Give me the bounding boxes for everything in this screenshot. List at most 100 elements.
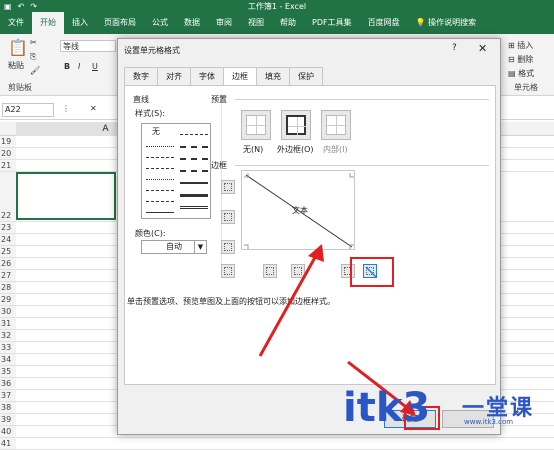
preset-separator — [235, 99, 489, 100]
line-style-option[interactable] — [180, 194, 208, 197]
line-style-option[interactable] — [180, 206, 208, 209]
border-top-button[interactable] — [221, 180, 235, 194]
section-divider — [221, 94, 222, 264]
tab-border[interactable]: 边框 — [223, 67, 257, 86]
delete-cells-label: 删除 — [517, 55, 534, 64]
row-header[interactable]: 20 — [0, 148, 16, 160]
border-left-button[interactable] — [263, 264, 277, 278]
tab-fill[interactable]: 填充 — [256, 67, 290, 85]
border-diagonal-up-button[interactable] — [221, 264, 235, 278]
border-bottom-button[interactable] — [221, 240, 235, 254]
row-header[interactable]: 24 — [0, 234, 16, 246]
row-header[interactable]: 32 — [0, 330, 16, 342]
row-header[interactable]: 21 — [0, 160, 16, 172]
border-middle-horizontal-button[interactable] — [221, 210, 235, 224]
tab-page-layout[interactable]: 页面布局 — [96, 12, 144, 34]
row-header[interactable]: 29 — [0, 294, 16, 306]
cells-group-label: 单元格 — [514, 83, 538, 92]
tab-formulas[interactable]: 公式 — [144, 12, 176, 34]
row-header[interactable]: 34 — [0, 354, 16, 366]
preset-outline-button[interactable] — [281, 110, 311, 140]
line-style-option[interactable] — [180, 146, 208, 148]
row-header[interactable]: 35 — [0, 366, 16, 378]
row-header[interactable]: 38 — [0, 402, 16, 414]
line-style-option[interactable] — [180, 134, 208, 135]
row-header[interactable]: 33 — [0, 342, 16, 354]
bold-button[interactable]: B — [64, 62, 70, 71]
clipboard-group-label: 剪贴板 — [8, 83, 32, 92]
row-header[interactable]: 39 — [0, 414, 16, 426]
row-header[interactable]: 23 — [0, 222, 16, 234]
row-header[interactable]: 37 — [0, 390, 16, 402]
line-style-option[interactable] — [146, 168, 174, 169]
preset-inside-label: 内部(I) — [323, 145, 348, 154]
style-label: 样式(S): — [135, 109, 166, 118]
line-style-option[interactable] — [146, 190, 174, 191]
row-header[interactable]: 40 — [0, 426, 16, 438]
format-cells-button[interactable]: ▤ 格式 — [508, 68, 534, 79]
line-style-option[interactable] — [146, 146, 174, 147]
close-icon[interactable]: ✕ — [90, 104, 97, 113]
tab-file[interactable]: 文件 — [0, 12, 32, 34]
preset-none-label: 无(N) — [243, 145, 264, 154]
tab-protection[interactable]: 保护 — [289, 67, 323, 85]
tab-insert[interactable]: 插入 — [64, 12, 96, 34]
underline-button[interactable]: U — [92, 62, 98, 71]
border-preview[interactable]: 文本 — [241, 170, 355, 250]
paste-button[interactable]: 粘贴 — [8, 60, 24, 71]
help-button[interactable]: ? — [452, 43, 457, 53]
line-style-option[interactable] — [180, 182, 208, 184]
tab-number[interactable]: 数字 — [124, 67, 158, 85]
tab-review[interactable]: 审阅 — [208, 12, 240, 34]
preset-inside-button[interactable] — [321, 110, 351, 140]
line-style-none[interactable]: 无 — [152, 126, 160, 137]
name-box[interactable]: A22 — [2, 103, 54, 117]
line-style-option[interactable] — [146, 179, 174, 180]
selected-cell[interactable] — [16, 172, 116, 220]
row-header[interactable]: 36 — [0, 378, 16, 390]
tab-view[interactable]: 视图 — [240, 12, 272, 34]
tab-home[interactable]: 开始 — [32, 12, 64, 34]
insert-cells-button[interactable]: ⊞ 插入 — [508, 40, 533, 51]
cut-icon[interactable]: ✂ — [30, 38, 37, 47]
line-style-option[interactable] — [180, 158, 208, 160]
row-header[interactable]: 31 — [0, 318, 16, 330]
format-painter-icon[interactable]: 🖌 — [30, 66, 40, 75]
color-select[interactable]: 自动 ▼ — [141, 240, 207, 254]
watermark-url: www.itk3.com — [464, 418, 514, 426]
tell-me-search[interactable]: 💡 操作说明搜索 — [408, 12, 485, 34]
cancel-formula-icon[interactable]: ⋮ — [62, 104, 70, 113]
line-style-option[interactable] — [146, 201, 174, 202]
tab-font[interactable]: 字体 — [190, 67, 224, 85]
row-header[interactable]: 30 — [0, 306, 16, 318]
delete-cells-button[interactable]: ⊟ 删除 — [508, 54, 533, 65]
border-section-label: 边框 — [211, 161, 227, 170]
preset-none-button[interactable] — [241, 110, 271, 140]
row-header[interactable]: 26 — [0, 258, 16, 270]
tab-help[interactable]: 帮助 — [272, 12, 304, 34]
copy-icon[interactable]: ⎘ — [30, 52, 36, 62]
row-header[interactable]: 19 — [0, 136, 16, 148]
tab-baidu-netdisk[interactable]: 百度网盘 — [360, 12, 408, 34]
tab-pdf-tools[interactable]: PDF工具集 — [304, 12, 360, 34]
italic-button[interactable]: I — [78, 62, 80, 71]
line-style-list[interactable]: 无 — [141, 123, 211, 219]
tab-alignment[interactable]: 对齐 — [157, 67, 191, 85]
format-cells-label: 格式 — [518, 69, 535, 78]
line-style-option[interactable] — [146, 212, 174, 213]
font-name-select[interactable]: 等线 — [60, 40, 116, 52]
row-header[interactable]: 41 — [0, 438, 16, 450]
tab-data[interactable]: 数据 — [176, 12, 208, 34]
format-cells-dialog: 设置单元格格式 ? ✕ 数字 对齐 字体 边框 填充 保护 直线 样式(S): … — [117, 38, 501, 435]
border-middle-vertical-button[interactable] — [291, 264, 305, 278]
dialog-close-button[interactable]: ✕ — [478, 42, 487, 55]
dialog-title: 设置单元格格式 — [124, 46, 180, 55]
row-header[interactable]: 22 — [0, 172, 16, 222]
line-style-option[interactable] — [146, 157, 174, 158]
row-header[interactable]: 27 — [0, 270, 16, 282]
row-header[interactable]: 28 — [0, 282, 16, 294]
row-header[interactable]: 25 — [0, 246, 16, 258]
paste-icon[interactable]: 📋 — [8, 38, 28, 57]
line-style-option[interactable] — [180, 170, 208, 172]
title-bar: ▣ ↶ ↷ 工作簿1 - Excel — [0, 0, 554, 12]
